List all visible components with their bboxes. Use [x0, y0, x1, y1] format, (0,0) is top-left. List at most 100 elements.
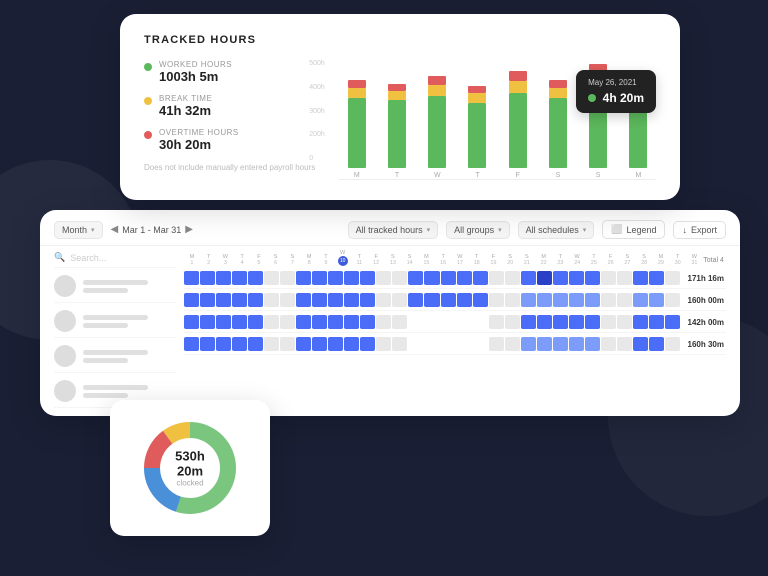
break-time-stat: BREAK TIME 41h 32m	[144, 94, 315, 118]
user-name-2	[83, 350, 148, 363]
filter1-label: All tracked hours	[356, 225, 423, 235]
user-name-0	[83, 280, 148, 293]
name-line-long-1	[83, 315, 148, 320]
y-label-0: 0	[309, 155, 325, 162]
overtime-stat: OVERTIME HOURS 30h 20m	[144, 128, 315, 152]
bar-green-4	[509, 93, 527, 168]
tooltip-date: May 26, 2021	[588, 78, 644, 87]
day-col-m8: M8	[301, 254, 317, 266]
bar-stack-1	[379, 84, 414, 168]
bar-stack-3	[460, 86, 495, 168]
name-line-long-0	[83, 280, 148, 285]
worked-hours-stat: WORKED HOURS 1003h 5m	[144, 60, 315, 84]
search-row: 🔍 Search...	[54, 246, 176, 268]
day-col-t2: T2	[201, 254, 217, 266]
avatar-1	[54, 310, 76, 332]
grid-right: M1 T2 W3 T4 F5 S6 S7 M8 T9 W10 T11 F12 S…	[184, 246, 726, 408]
name-line-short-3	[83, 393, 128, 398]
name-line-long-3	[83, 385, 148, 390]
overtime-label: OVERTIME HOURS	[159, 128, 239, 137]
bar-stack-5	[540, 80, 575, 168]
export-button[interactable]: ↓ Export	[673, 221, 726, 239]
tracker-card: Month ▾ ◀ Mar 1 - Mar 31 ▶ All tracked h…	[40, 210, 740, 416]
donut-chart: 530h 20m clocked	[140, 418, 240, 518]
grid-left: 🔍 Search...	[54, 246, 184, 408]
day-col-s6: S6	[268, 254, 284, 266]
nav-arrows: ◀ Mar 1 - Mar 31 ▶	[111, 224, 193, 235]
worked-hours-label: WORKED HOURS	[159, 60, 232, 69]
bar-label-7: M	[635, 172, 641, 179]
legend-button[interactable]: ⬜ Legend	[602, 220, 665, 239]
day-col-s7: S7	[285, 254, 301, 266]
bar-group-4: F	[500, 71, 535, 179]
avatar-0	[54, 275, 76, 297]
day-col-t11: T11	[352, 254, 368, 266]
bar-chart: 500h 400h 300h 200h 0 M	[331, 60, 656, 180]
y-label-200: 200h	[309, 131, 325, 138]
total-2: 142h 00m	[681, 318, 726, 327]
card-title: TRACKED HOURS	[144, 34, 656, 46]
search-input[interactable]: Search...	[70, 253, 106, 263]
data-row-3: 160h 30m	[184, 334, 726, 355]
day-col-w3: W3	[218, 254, 234, 266]
bar-stack-0	[339, 80, 374, 168]
tooltip-dot	[588, 94, 596, 102]
bar-green-3	[468, 103, 486, 168]
month-btn[interactable]: Month ▾	[54, 221, 103, 239]
total-3: 160h 30m	[681, 340, 726, 349]
bar-label-6: S	[596, 172, 601, 179]
grid-area: 🔍 Search...	[40, 246, 740, 416]
tooltip-value: 4h 20m	[603, 91, 644, 105]
stats-panel: WORKED HOURS 1003h 5m BREAK TIME 41h 32m…	[144, 60, 315, 173]
filter3-chevron-icon: ▾	[583, 226, 587, 234]
next-arrow[interactable]: ▶	[185, 224, 193, 235]
day-col-s14: S14	[402, 254, 418, 266]
worked-hours-value: 1003h 5m	[159, 69, 232, 84]
avatar-3	[54, 380, 76, 402]
legend-icon: ⬜	[611, 224, 622, 235]
bar-group-0: M	[339, 80, 374, 179]
day-col-s13: S13	[385, 254, 401, 266]
bar-group-3: T	[460, 86, 495, 179]
bar-label-5: S	[556, 172, 561, 179]
bar-label-0: M	[354, 172, 360, 179]
groups-filter[interactable]: All groups ▾	[446, 221, 510, 239]
bar-label-2: W	[434, 172, 441, 179]
total-0: 171h 16m	[681, 274, 726, 283]
filter2-chevron-icon: ▾	[498, 226, 502, 234]
chart-tooltip: May 26, 2021 4h 20m	[576, 70, 656, 113]
legend-label: Legend	[626, 225, 656, 235]
user-row-0	[54, 268, 176, 303]
bar-red-1	[388, 84, 406, 91]
tracked-hours-card: TRACKED HOURS WORKED HOURS 1003h 5m BREA…	[120, 14, 680, 200]
bar-red-5	[549, 80, 567, 88]
data-row-1: 160h 00m	[184, 290, 726, 311]
payroll-note: Does not include manually entered payrol…	[144, 162, 315, 173]
day-col-w10: W10	[335, 250, 351, 266]
y-axis-labels: 500h 400h 300h 200h 0	[309, 60, 325, 162]
y-label-400: 400h	[309, 84, 325, 91]
prev-arrow[interactable]: ◀	[111, 224, 119, 235]
bar-stack-2	[420, 76, 455, 168]
bar-group-2: W	[420, 76, 455, 179]
day-header-row: M1 T2 W3 T4 F5 S6 S7 M8 T9 W10 T11 F12 S…	[184, 246, 726, 268]
tracked-hours-filter[interactable]: All tracked hours ▾	[348, 221, 439, 239]
day-col-t4: T4	[234, 254, 250, 266]
bar-yellow-5	[549, 88, 567, 98]
bar-yellow-1	[388, 91, 406, 100]
bar-group-1: T	[379, 84, 414, 179]
date-range: Mar 1 - Mar 31	[122, 225, 181, 235]
break-time-label: BREAK TIME	[159, 94, 212, 103]
user-row-2	[54, 338, 176, 373]
bar-green-0	[348, 98, 366, 168]
schedules-filter[interactable]: All schedules ▾	[518, 221, 595, 239]
total-1: 160h 00m	[681, 296, 726, 305]
month-chevron-icon: ▾	[91, 226, 95, 234]
bar-label-3: T	[475, 172, 479, 179]
search-icon: 🔍	[54, 252, 65, 263]
data-row-2: 142h 00m	[184, 312, 726, 333]
bar-red-2	[428, 76, 446, 85]
bar-yellow-2	[428, 85, 446, 96]
bar-green-1	[388, 100, 406, 168]
donut-value: 530h 20m	[165, 449, 215, 479]
